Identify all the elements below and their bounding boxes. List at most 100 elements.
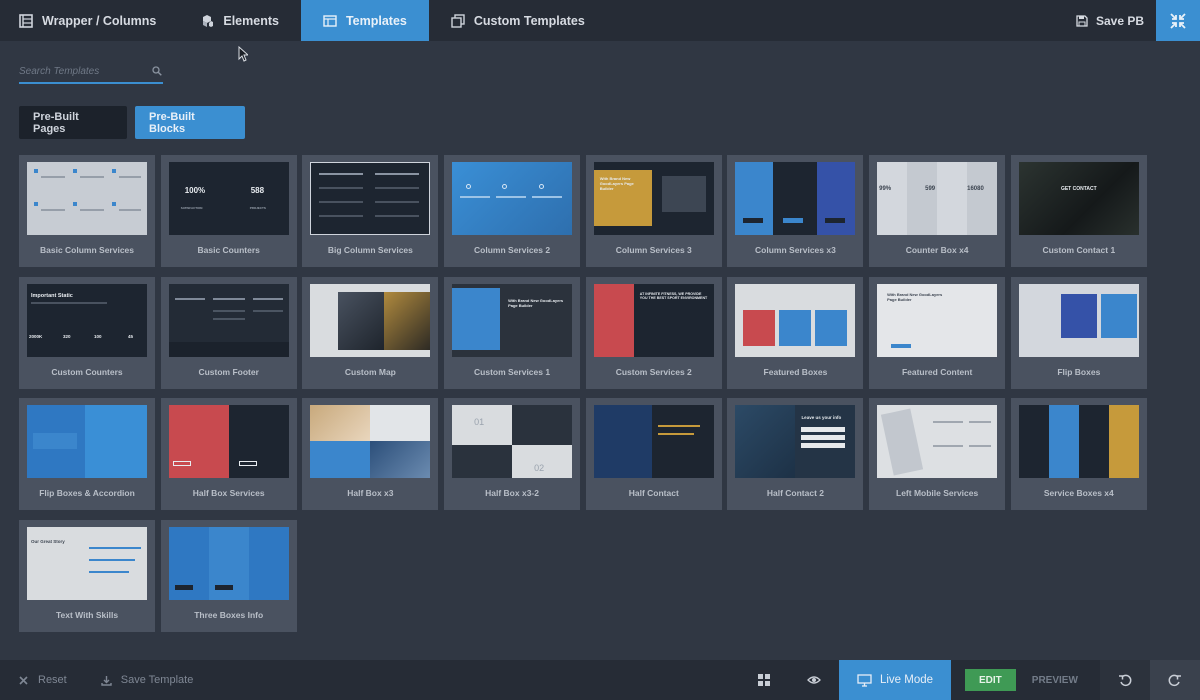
template-label: Left Mobile Services <box>896 488 979 498</box>
template-card[interactable]: GET CONTACT Custom Contact 1 <box>1010 155 1147 267</box>
template-thumbnail: Our Great Story <box>27 526 147 600</box>
template-thumbnail: With Brand New GoodLayers Page Builder <box>452 283 573 357</box>
edit-button[interactable]: EDIT <box>965 669 1016 691</box>
template-card[interactable]: Three Boxes Info <box>160 519 297 632</box>
template-card[interactable]: Leave us your info Half Contact 2 <box>727 398 864 510</box>
close-icon <box>19 675 28 685</box>
grid-view-button[interactable] <box>739 660 789 700</box>
template-thumbnail <box>1018 405 1139 478</box>
tab-elements[interactable]: Elements <box>178 0 301 41</box>
template-grid: Basic Column Services 100% 588 SATISFACT… <box>19 155 1169 632</box>
template-label: Column Services 2 <box>474 245 551 255</box>
template-card[interactable]: With Brand New GoodLayers Page Builder C… <box>444 276 581 389</box>
template-thumbnail <box>735 283 856 357</box>
template-label: Flip Boxes <box>1057 366 1101 377</box>
search-icon[interactable] <box>152 66 162 76</box>
thumbnail-headline: Our Great Story <box>31 538 65 544</box>
compress-icon <box>1170 12 1186 29</box>
tab-custom-templates[interactable]: Custom Templates <box>429 0 607 41</box>
mouse-cursor-icon <box>238 46 248 62</box>
template-card[interactable]: Basic Column Services <box>19 155 155 267</box>
template-thumbnail: 100% 588 SATISFACTION PROJECTS <box>168 162 289 235</box>
tab-wrapper-columns[interactable]: Wrapper / Columns <box>0 0 178 41</box>
template-thumbnail: With Brand New GoodLayers Page Builder <box>593 162 714 235</box>
template-card[interactable]: Column Services x3 <box>727 155 864 267</box>
template-thumbnail <box>593 405 714 478</box>
thumbnail-headline: With Brand New GoodLayers Page Builder <box>887 291 943 302</box>
template-card[interactable]: Important Static 2000K 320 100 45 Custom… <box>19 276 155 389</box>
template-card[interactable]: Column Services 2 <box>444 155 581 267</box>
template-label: Custom Services 2 <box>615 366 692 377</box>
template-thumbnail: Leave us your info <box>735 405 856 478</box>
template-mode-switch: Pre-Built Pages Pre-Built Blocks <box>19 106 245 139</box>
counter-value: 45 <box>128 333 134 339</box>
undo-button[interactable] <box>1100 660 1150 700</box>
thumbnail-headline: Important Static <box>31 292 73 299</box>
template-label: Custom Contact 1 <box>1042 245 1116 255</box>
counter-value: 2000K <box>29 333 43 339</box>
monitor-icon <box>857 673 872 687</box>
template-label: Half Box x3-2 <box>485 488 539 498</box>
template-card[interactable]: Half Contact <box>585 398 722 510</box>
save-icon <box>1076 14 1088 27</box>
template-card[interactable]: Our Great Story Text With Skills <box>19 519 155 632</box>
template-card[interactable]: Featured Boxes <box>727 276 864 389</box>
template-card[interactable]: Half Box x3 <box>302 398 439 510</box>
template-card[interactable]: Service Boxes x4 <box>1010 398 1147 510</box>
template-label: Column Services 3 <box>615 245 692 255</box>
counter-value: 100% <box>184 186 206 195</box>
template-card[interactable]: Custom Footer <box>160 276 297 389</box>
template-card[interactable]: 99% 599 16080 Counter Box x4 <box>869 155 1006 267</box>
cubes-icon <box>203 14 214 27</box>
template-card[interactable]: With Brand New GoodLayers Page Builder F… <box>869 276 1006 389</box>
preview-button[interactable]: PREVIEW <box>1032 675 1078 686</box>
template-card[interactable]: With Brand New GoodLayers Page Builder C… <box>585 155 722 267</box>
template-card[interactable]: Flip Boxes & Accordion <box>19 398 155 510</box>
template-card[interactable]: Big Column Services <box>302 155 439 267</box>
counter-value: 99% <box>879 186 892 192</box>
prebuilt-blocks-button[interactable]: Pre-Built Blocks <box>135 106 245 139</box>
search-input[interactable] <box>19 65 144 77</box>
top-toolbar: Wrapper / Columns Elements Templates Cus… <box>0 0 1200 41</box>
counter-value: 100 <box>94 333 102 339</box>
template-thumbnail <box>310 283 431 357</box>
save-pb-button[interactable]: Save PB <box>1076 0 1156 41</box>
template-label: Three Boxes Info <box>194 609 264 620</box>
template-label: Custom Services 1 <box>474 366 551 377</box>
save-template-button[interactable]: Save Template <box>101 660 193 700</box>
template-thumbnail: 99% 599 16080 <box>877 162 998 235</box>
download-icon <box>101 675 112 686</box>
bottom-right-actions: Live Mode EDIT PREVIEW <box>739 660 1200 700</box>
template-card[interactable]: Flip Boxes <box>1010 276 1147 389</box>
preview-toggle-button[interactable] <box>789 660 839 700</box>
tab-label: Elements <box>223 13 279 28</box>
template-card[interactable]: AT INFINITE FITNESS, WE PROVIDE YOU THE … <box>585 276 722 389</box>
template-label: Flip Boxes & Accordion <box>39 488 135 498</box>
save-pb-label: Save PB <box>1095 13 1144 28</box>
template-card[interactable]: Left Mobile Services <box>869 398 1006 510</box>
template-label: Featured Content <box>901 366 973 377</box>
template-thumbnail <box>452 162 573 235</box>
template-thumbnail <box>27 405 147 478</box>
template-card[interactable]: 01 02 Half Box x3-2 <box>444 398 581 510</box>
eye-icon <box>807 676 821 684</box>
reset-label: Reset <box>38 674 67 686</box>
reset-button[interactable]: Reset <box>18 660 67 700</box>
tab-templates[interactable]: Templates <box>300 0 429 41</box>
redo-icon <box>1168 674 1181 687</box>
redo-button[interactable] <box>1150 660 1200 700</box>
template-thumbnail <box>310 405 431 478</box>
grid-icon <box>758 674 770 686</box>
template-card[interactable]: Half Box Services <box>160 398 297 510</box>
tab-label: Wrapper / Columns <box>42 13 157 28</box>
prebuilt-pages-button[interactable]: Pre-Built Pages <box>19 106 127 139</box>
template-label: Custom Footer <box>198 366 259 377</box>
counter-value: 588 <box>250 186 265 195</box>
template-thumbnail <box>1018 283 1139 357</box>
live-mode-button[interactable]: Live Mode <box>839 660 951 700</box>
template-label: Custom Counters <box>51 366 123 377</box>
template-thumbnail <box>168 405 289 478</box>
template-card[interactable]: 100% 588 SATISFACTION PROJECTS Basic Cou… <box>160 155 297 267</box>
template-card[interactable]: Custom Map <box>302 276 439 389</box>
collapse-button[interactable] <box>1156 0 1200 41</box>
